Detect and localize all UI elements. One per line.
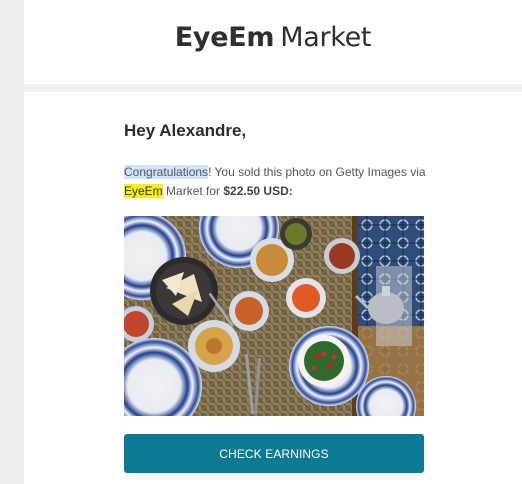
congratulations-text: Congratulations (124, 165, 209, 179)
check-earnings-button[interactable]: CHECK EARNINGS (124, 434, 424, 473)
eyeem-market-logo[interactable]: EyeEm Market (24, 22, 522, 53)
logo-product: Market (280, 22, 372, 53)
message-part-2: Market for (162, 184, 224, 198)
email-header: EyeEm Market (24, 0, 522, 84)
sale-message: Congratulations! You sold this photo on … (124, 163, 434, 201)
email-body: Hey Alexandre, Congratulations! You sold… (24, 92, 522, 484)
sale-price: $22.50 USD: (223, 184, 293, 198)
greeting: Hey Alexandre, (124, 121, 247, 140)
sold-photo[interactable] (124, 216, 424, 416)
logo-brand: EyeEm (174, 22, 275, 53)
brand-highlight: EyeEm (124, 184, 163, 198)
message-part-1: ! You sold this photo on Getty Images vi… (208, 165, 426, 179)
